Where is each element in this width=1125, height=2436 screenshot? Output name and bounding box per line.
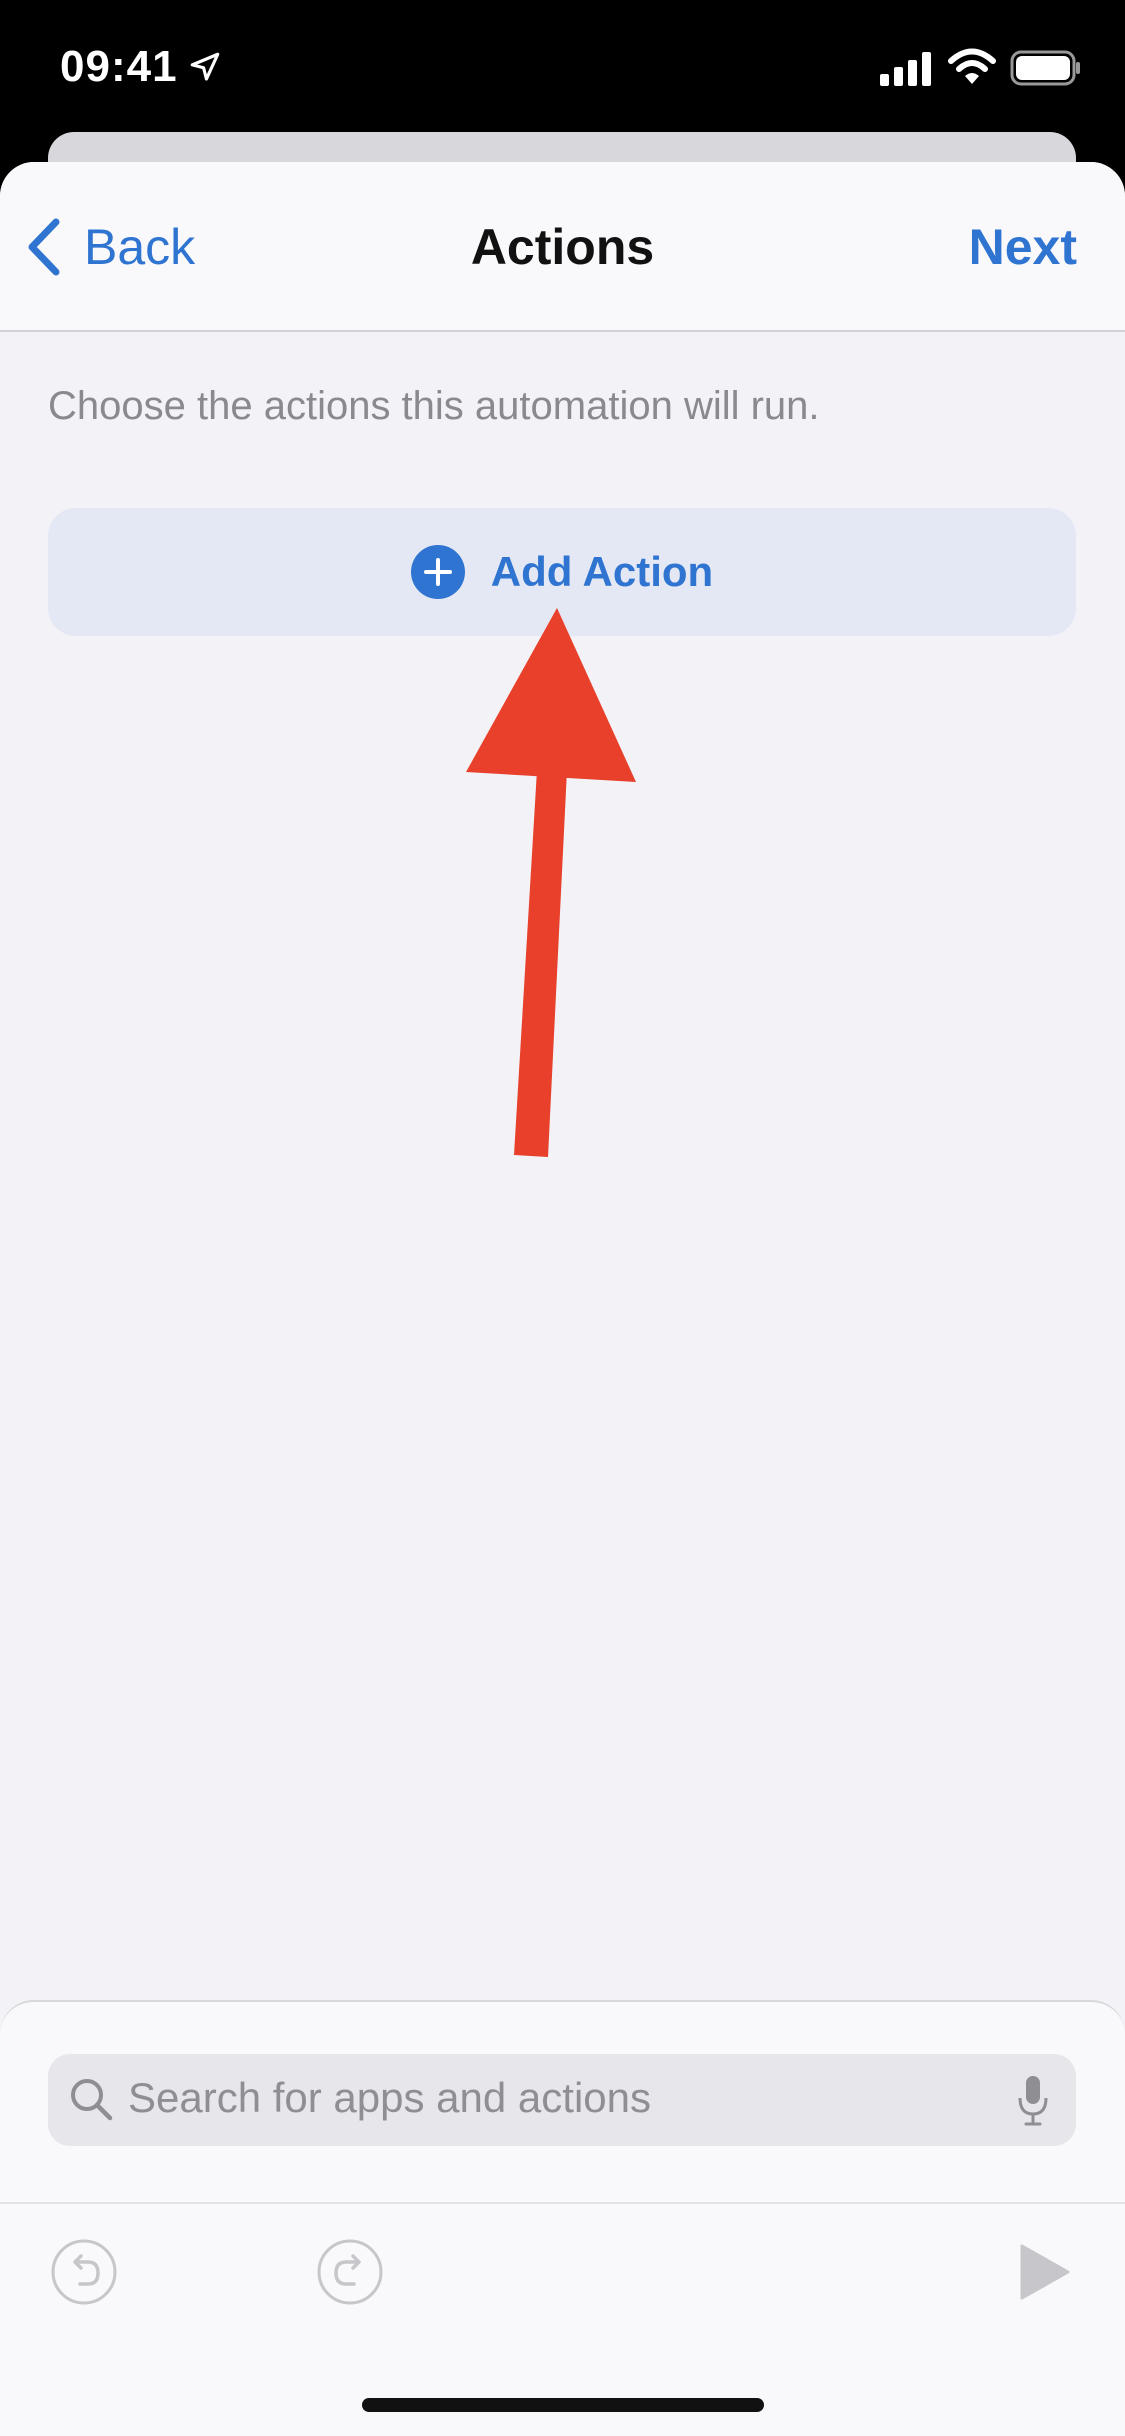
cellular-signal-icon [880, 52, 931, 86]
microphone-icon[interactable] [1016, 2074, 1050, 2126]
red-arrow-annotation [466, 608, 636, 1157]
location-arrow-icon [190, 52, 220, 81]
redo-icon[interactable] [316, 2238, 384, 2306]
search-placeholder: Search for apps and actions [128, 2074, 651, 2121]
play-icon[interactable] [1018, 2242, 1072, 2302]
instructions-text: Choose the actions this automation will … [48, 384, 820, 428]
search-icon [71, 2079, 113, 2121]
plus-circle-icon [410, 545, 465, 599]
undo-icon[interactable] [50, 2238, 118, 2306]
actions-sheet: Back Actions Next Choose the actions thi… [0, 162, 1125, 2436]
status-time: 09:41 [60, 42, 178, 91]
search-input[interactable]: Search for apps and actions [48, 2054, 1076, 2146]
navigation-bar: Back Actions Next [0, 162, 1125, 332]
next-button[interactable]: Next [969, 218, 1077, 276]
action-search-panel: Search for apps and actions [0, 2000, 1125, 2436]
add-action-label: Add Action [490, 548, 714, 595]
add-action-button[interactable]: Add Action [48, 508, 1076, 636]
status-bar: 09:41 [0, 0, 1125, 135]
home-indicator[interactable] [362, 2398, 764, 2412]
wifi-icon [948, 48, 996, 84]
page-title: Actions [470, 219, 655, 275]
battery-icon [1010, 50, 1080, 86]
